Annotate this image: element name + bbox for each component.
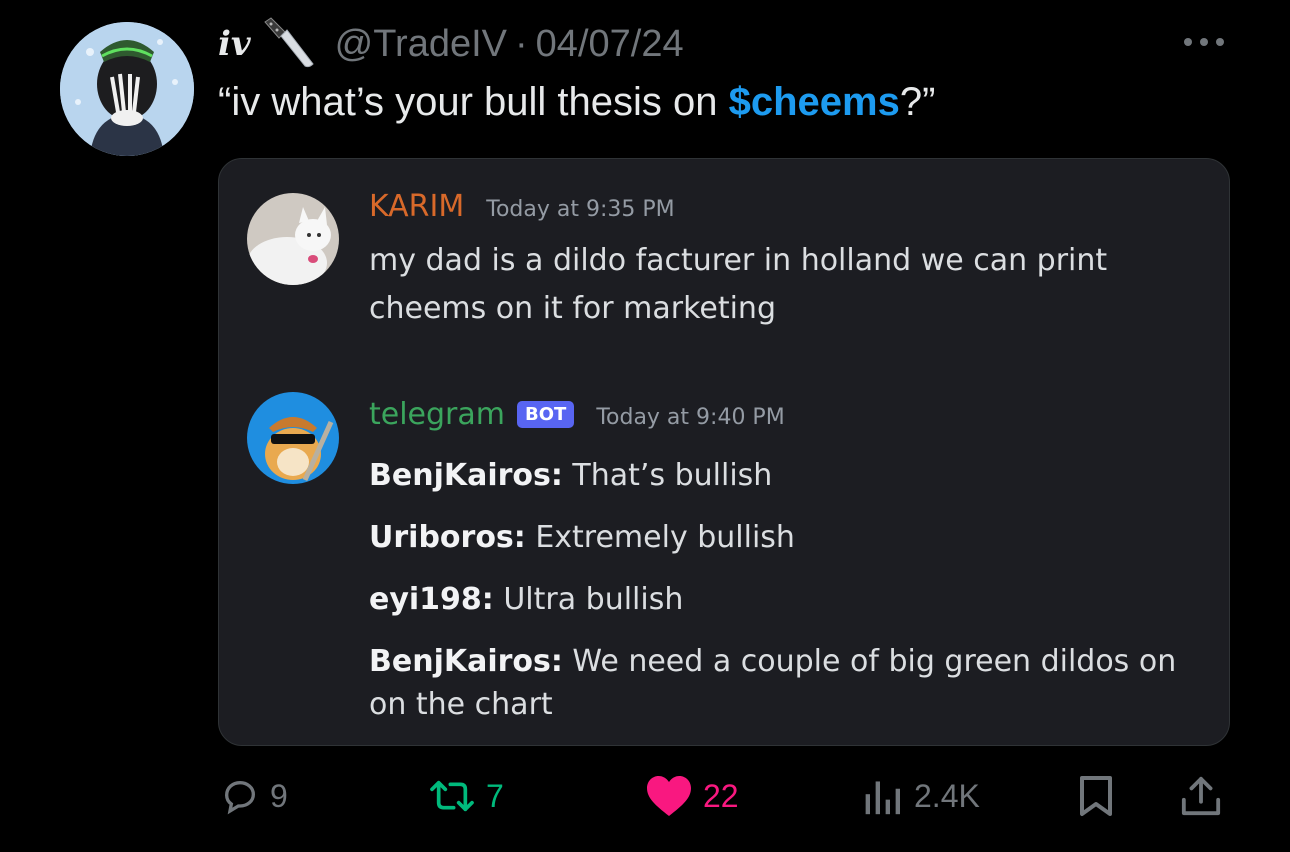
cashtag-link[interactable]: $cheems: [729, 80, 900, 124]
embedded-chat-image[interactable]: KARIM Today at 9:35 PM my dad is a dildo…: [218, 158, 1230, 746]
karim-avatar: [247, 193, 339, 285]
like-button[interactable]: 22: [645, 770, 739, 822]
message-timestamp: Today at 9:35 PM: [486, 197, 675, 222]
message-line: Uriboros: Extremely bullish: [369, 520, 795, 555]
author-karim: KARIM: [369, 189, 465, 224]
tweet-header: iv @TradeIV · 04/07/24: [218, 16, 684, 72]
bot-badge: BOT: [517, 401, 575, 428]
like-count: 22: [703, 777, 739, 814]
telegram-bot-avatar: [247, 392, 339, 484]
share-icon: [1181, 776, 1221, 816]
tweet-date[interactable]: 04/07/24: [536, 23, 684, 66]
reply-button[interactable]: 9: [220, 770, 288, 822]
author-telegram: telegram: [369, 397, 505, 432]
user-handle[interactable]: @TradeIV: [335, 23, 507, 66]
tweet-text-before: “iv what’s your bull thesis on: [218, 80, 729, 124]
share-button[interactable]: [1180, 770, 1222, 822]
tweet-action-bar: 9 7 22 2.4K: [0, 770, 1290, 822]
message-line: BenjKairos: That’s bullish: [369, 458, 773, 493]
message-line: cheems on it for marketing: [369, 291, 776, 326]
repost-button[interactable]: 7: [428, 770, 504, 822]
repost-count: 7: [486, 777, 504, 814]
knife-icon: [257, 16, 317, 72]
reply-count: 9: [270, 777, 288, 814]
views-icon: [865, 781, 900, 815]
more-icon[interactable]: [1180, 34, 1228, 50]
header-separator: ·: [515, 22, 528, 65]
message-line: my dad is a dildo facturer in holland we…: [369, 243, 1108, 278]
karim-message-header: KARIM Today at 9:35 PM: [369, 189, 675, 224]
profile-avatar[interactable]: [60, 22, 194, 156]
reply-icon: [224, 780, 256, 815]
bookmark-button[interactable]: [1076, 770, 1116, 822]
karim-message-text: my dad is a dildo facturer in holland we…: [369, 237, 1107, 333]
tweet-text: “iv what’s your bull thesis on $cheems?”: [218, 80, 935, 125]
message-line-continuation: on the chart: [369, 687, 553, 722]
repost-icon: [430, 780, 474, 812]
bookmark-icon: [1080, 776, 1112, 816]
message-line: eyi198: Ultra bullish: [369, 582, 684, 617]
message-timestamp: Today at 9:40 PM: [596, 405, 785, 430]
views-button[interactable]: 2.4K: [860, 770, 980, 822]
like-icon: [647, 776, 691, 816]
telegram-message-header: telegram BOT Today at 9:40 PM: [369, 397, 785, 432]
tweet-text-after: ?”: [899, 80, 936, 124]
display-name[interactable]: iv: [218, 24, 251, 64]
telegram-message-text: BenjKairos: That’s bullish Uriboros: Ext…: [369, 445, 1176, 693]
views-count: 2.4K: [914, 777, 980, 814]
